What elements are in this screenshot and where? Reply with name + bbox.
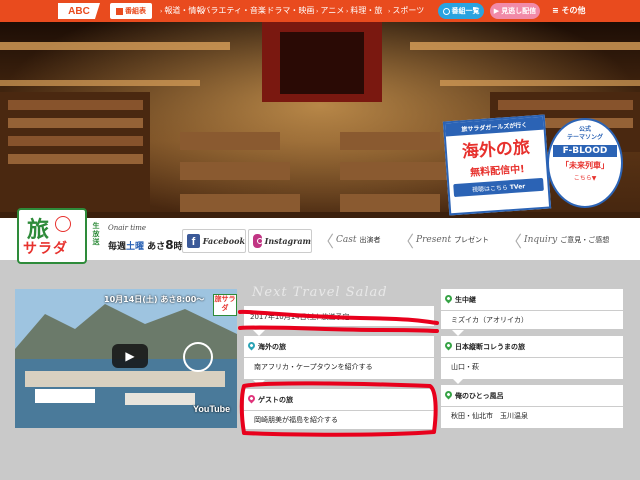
chevron-right-icon: › [388,8,391,15]
location-pin-icon [443,293,454,304]
play-circle-icon: ▶ [493,7,500,15]
nav-item-anime[interactable]: › アニメ [316,4,344,18]
chevron-right-icon: › [198,8,201,15]
segment-onsen[interactable]: 俺のひとっ風呂 秋田・仙北市 玉川温泉 [441,385,623,428]
bracket-icon: 〈 [318,232,335,251]
section-title: Next Travel Salad [252,285,388,300]
chevron-right-icon: › [160,8,163,15]
segment-live[interactable]: 生中継 ミズイカ（アオリイカ） [441,289,623,329]
play-button[interactable]: ▶ [112,344,148,368]
theme-song-banner[interactable]: 公式 テーマソング F-BLOOD 「未来列車」 こちら▼ [547,118,623,208]
calendar-icon [116,7,123,15]
inquiry-link[interactable]: 〈 Inquiry ご意見・ご感想 [506,226,609,254]
instagram-icon [253,234,263,248]
menu-icon: ≡ [552,6,562,15]
play-icon: ▶ [125,349,135,363]
facebook-icon: f [187,234,200,248]
video-mini-logo: 旅サラダ [213,294,237,316]
search-icon [442,7,450,15]
broadcast-date-card: 2017年10月14日(土) 放送予定 [244,306,434,326]
instagram-button[interactable]: Instagram [248,229,312,253]
onair-label: Onair time [108,224,147,232]
live-broadcast-label: 生放送 [92,222,100,246]
nav-item-cooking[interactable]: › 料理・旅 [346,4,382,18]
nav-item-variety[interactable]: › バラエティ・音楽 [198,4,266,18]
tver-promo-banner[interactable]: 旅サラダガールズが行く 海外の旅 無料配信中! 視聴はこちら TVer [442,114,552,216]
location-pin-icon [246,393,257,404]
nav-item-other[interactable]: ≡ その他 [552,4,586,18]
schedule-button[interactable]: 番組表 [110,3,152,19]
onair-time: 毎週土曜 あさ8時 [108,238,183,252]
down-arrow-icon [452,330,464,336]
youtube-logo: YouTube [193,404,231,414]
location-pin-icon [246,340,257,351]
down-arrow-icon [452,378,464,384]
tver-logo: TVer [509,183,526,192]
cast-link[interactable]: 〈 Cast 出演者 [318,226,381,254]
chevron-right-icon: › [316,8,319,15]
tabi-salad-logo[interactable]: 旅 サラダ [17,208,87,264]
chevron-right-icon: › [346,8,349,15]
segment-korekara[interactable]: 日本縦断コレうまの旅 山口・萩 [441,336,623,379]
down-arrow-icon [253,330,265,336]
segment-guest[interactable]: ゲストの旅 岡崎朋美が福島を紹介する [244,389,434,429]
bracket-icon: 〈 [398,232,415,251]
video-date-banner: 10月14日(土) あさ8:00〜 [104,295,205,304]
present-link[interactable]: 〈 Present プレゼント [398,226,489,254]
down-arrow-icon [253,380,265,386]
nav-item-drama[interactable]: › ドラマ・映画 [262,4,314,18]
missed-episodes-button[interactable]: ▶ 見逃し配信 [490,3,540,19]
segment-overseas[interactable]: 海外の旅 南アフリカ・ケープタウンを紹介する [244,336,434,379]
chevron-right-icon: › [262,8,265,15]
nav-item-sports[interactable]: › スポーツ [388,4,424,18]
location-pin-icon [443,340,454,351]
location-pin-icon [443,389,454,400]
stamp-icon [55,216,71,232]
facebook-button[interactable]: f Facebook [182,229,246,253]
abc-logo[interactable]: ABC [58,3,100,19]
program-list-button[interactable]: 番組一覧 [438,3,484,19]
bracket-icon: 〈 [506,232,523,251]
